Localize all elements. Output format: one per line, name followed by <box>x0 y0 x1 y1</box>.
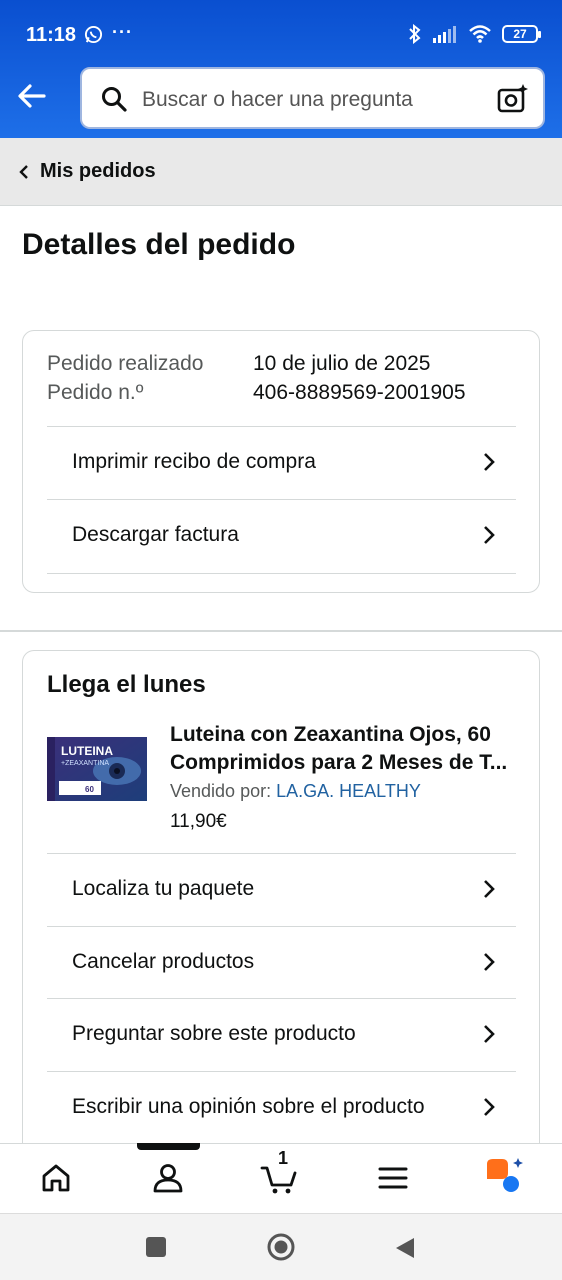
download-invoice-label: Descargar factura <box>72 523 239 546</box>
order-number-value: 406-8889569-2001905 <box>253 381 466 404</box>
order-date-label: Pedido realizado <box>47 352 204 375</box>
order-number-label: Pedido n.º <box>47 381 144 404</box>
print-receipt-label: Imprimir recibo de compra <box>72 450 316 473</box>
track-package-label: Localiza tu paquete <box>72 877 255 900</box>
shipment-card: Llega el lunes LUTEINA +ZEAXANTINA 60 Lu… <box>22 650 540 1170</box>
home-button-icon[interactable] <box>266 1232 296 1262</box>
ask-product-label: Preguntar sobre este producto <box>72 1022 356 1045</box>
page-title: Detalles del pedido <box>22 228 296 261</box>
chevron-right-icon <box>484 953 495 971</box>
chevron-right-icon <box>484 526 495 544</box>
system-back-icon[interactable] <box>394 1236 416 1260</box>
camera-search-icon[interactable] <box>497 83 529 115</box>
download-invoice-row[interactable]: Descargar factura <box>47 499 516 572</box>
whatsapp-icon <box>84 25 103 44</box>
bluetooth-icon <box>409 24 421 44</box>
card-divider <box>47 573 516 574</box>
delivery-heading: Llega el lunes <box>47 671 206 698</box>
cancel-items-label: Cancelar productos <box>72 950 255 973</box>
account-icon[interactable] <box>150 1160 186 1196</box>
thumb-title: LUTEINA <box>61 744 113 758</box>
search-bar[interactable]: Buscar o hacer una pregunta <box>80 67 545 129</box>
track-package-row[interactable]: Localiza tu paquete <box>47 853 516 926</box>
battery-indicator: 27 <box>502 25 541 43</box>
cart-icon[interactable] <box>260 1160 300 1196</box>
battery-level: 27 <box>513 27 527 41</box>
breadcrumb[interactable]: Mis pedidos <box>0 138 562 206</box>
signal-icon <box>433 26 456 43</box>
app-header: 11:18 ··· 27 Buscar o hacer una pregunta <box>0 0 562 138</box>
rufus-icon[interactable] <box>484 1156 524 1194</box>
product-name[interactable]: Luteina con Zeaxantina Ojos, 60 Comprimi… <box>170 721 520 777</box>
search-input[interactable]: Buscar o hacer una pregunta <box>142 88 413 112</box>
seller-prefix: Vendido por: <box>170 781 272 801</box>
ask-product-row[interactable]: Preguntar sobre este producto <box>47 998 516 1071</box>
write-review-row[interactable]: Escribir una opinión sobre el producto <box>47 1071 516 1144</box>
home-icon[interactable] <box>38 1160 74 1196</box>
thumb-subtitle: +ZEAXANTINA <box>61 760 109 767</box>
cancel-items-row[interactable]: Cancelar productos <box>47 926 516 999</box>
write-review-label: Escribir una opinión sobre el producto <box>72 1095 425 1118</box>
product-price: 11,90€ <box>170 811 227 832</box>
product-thumbnail[interactable]: LUTEINA +ZEAXANTINA 60 <box>47 733 147 805</box>
status-bar: 11:18 ··· 27 <box>0 0 562 70</box>
section-divider <box>0 630 562 632</box>
recent-apps-button[interactable] <box>146 1237 166 1257</box>
status-time: 11:18 <box>26 24 77 46</box>
order-date-value: 10 de julio de 2025 <box>253 352 431 375</box>
thumb-count: 60 <box>85 785 94 794</box>
seller-link[interactable]: LA.GA. HEALTHY <box>276 781 421 801</box>
chevron-right-icon <box>484 1025 495 1043</box>
back-arrow-icon[interactable] <box>14 78 50 114</box>
order-info-card: Pedido realizado 10 de julio de 2025 Ped… <box>22 330 540 593</box>
chevron-right-icon <box>484 453 495 471</box>
search-icon <box>102 87 127 112</box>
system-nav-bar <box>0 1213 562 1280</box>
chevron-right-icon <box>484 880 495 898</box>
notification-dots: ··· <box>112 22 133 42</box>
chevron-right-icon <box>484 1098 495 1116</box>
wifi-icon <box>469 25 491 43</box>
bottom-nav: 1 <box>0 1143 562 1213</box>
menu-icon[interactable] <box>375 1160 411 1196</box>
chevron-left-icon <box>19 165 28 179</box>
seller-line: Vendido por: LA.GA. HEALTHY <box>170 781 421 802</box>
status-right: 27 <box>408 24 541 44</box>
breadcrumb-label[interactable]: Mis pedidos <box>40 160 156 183</box>
print-receipt-row[interactable]: Imprimir recibo de compra <box>47 426 516 499</box>
active-tab-indicator <box>137 1143 200 1150</box>
